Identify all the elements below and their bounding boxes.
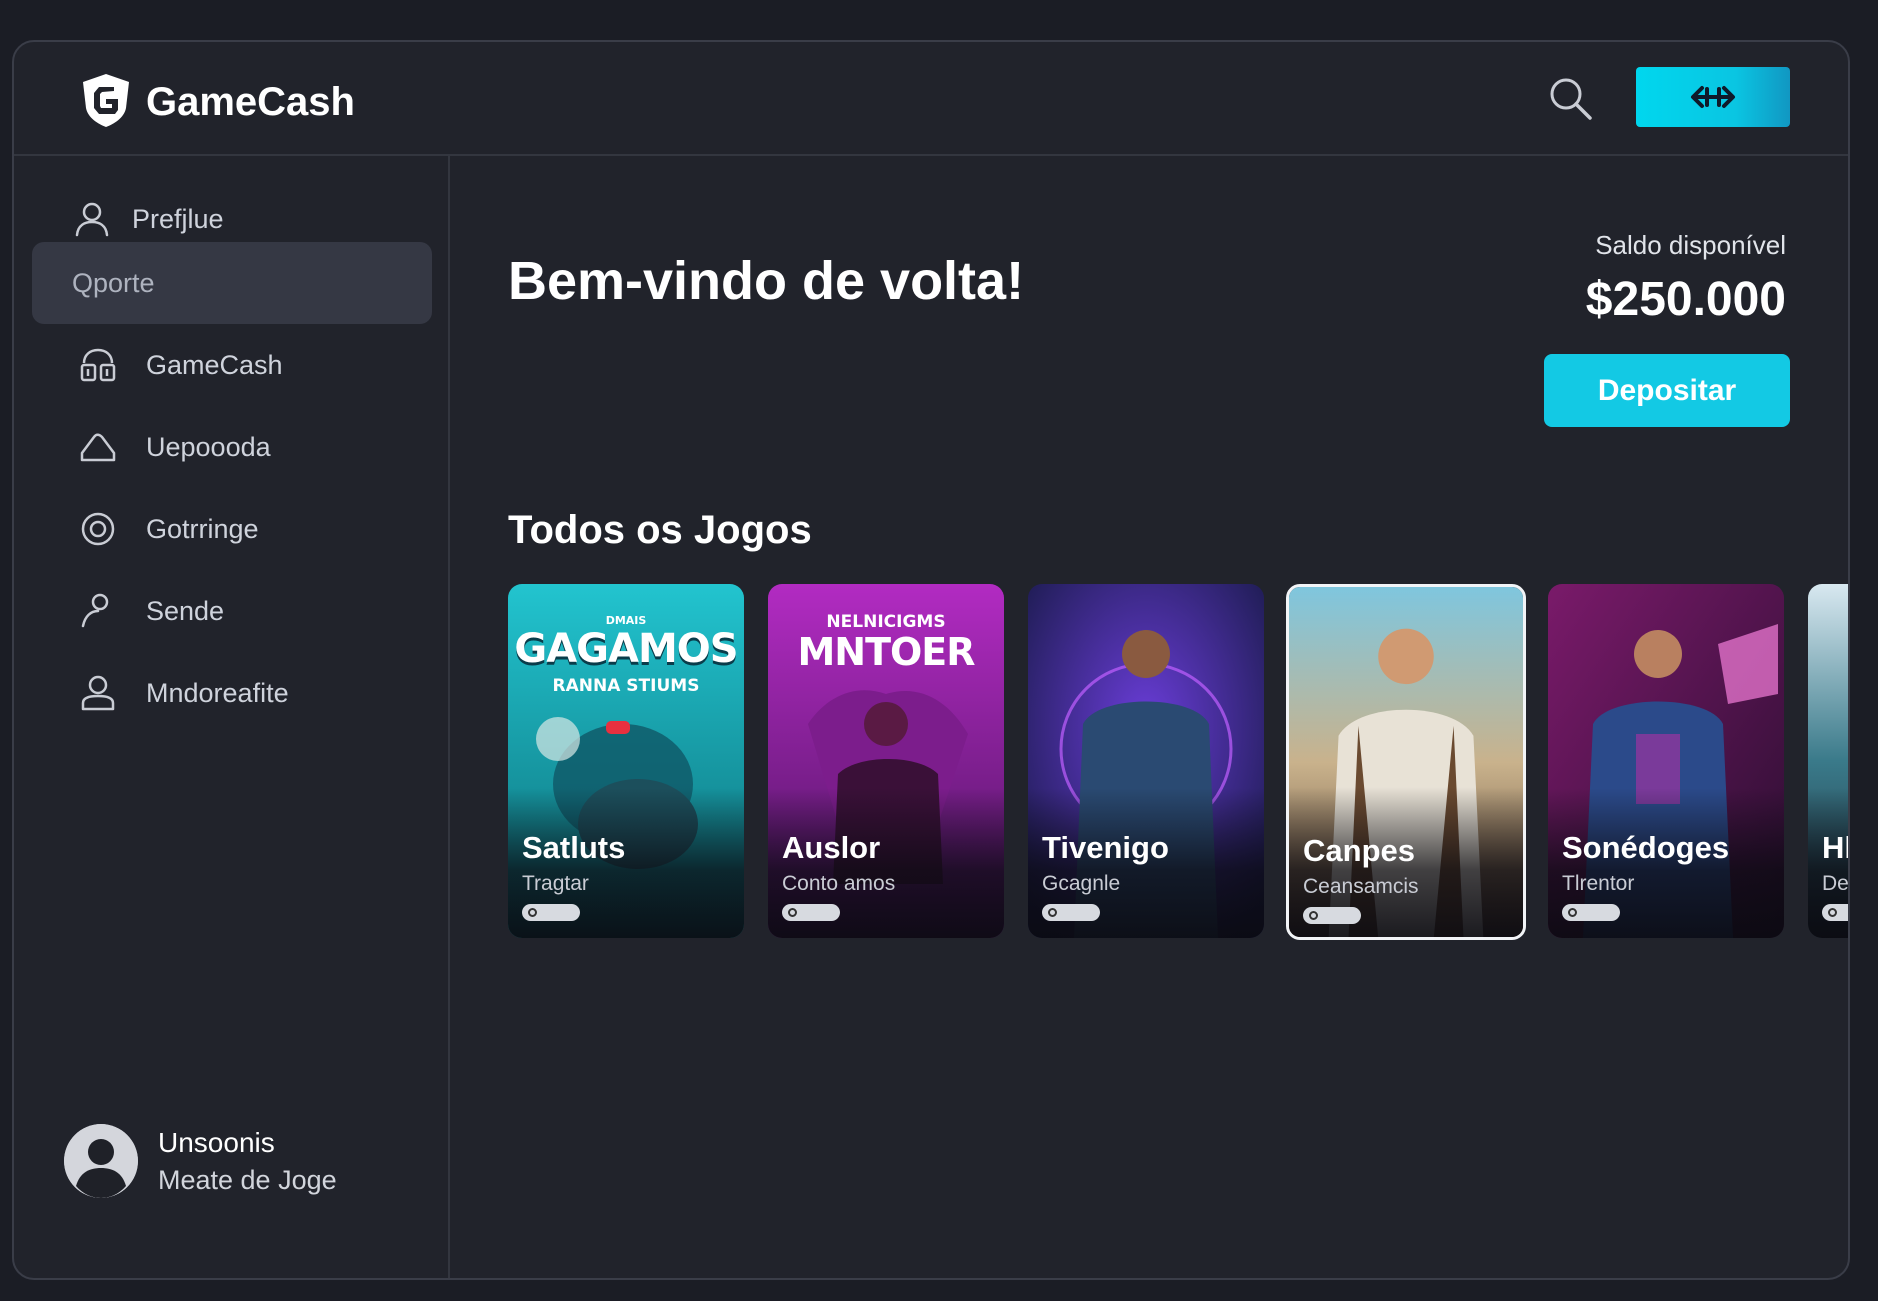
avatar [64, 1124, 138, 1198]
sidebar-item-label: Sende [146, 595, 225, 626]
header-action-button[interactable] [1636, 67, 1790, 127]
sidebar-item-label: GameCash [146, 349, 283, 380]
game-subtitle: Tlrentor [1562, 872, 1635, 895]
sidebar-item-active[interactable]: Qporte [32, 242, 432, 324]
search-button[interactable] [1546, 74, 1596, 124]
play-toggle[interactable] [1562, 904, 1620, 921]
user-name: Unsoonis [158, 1126, 275, 1158]
sidebar-item-gamecash[interactable]: GameCash [32, 324, 432, 406]
game-subtitle: Conto amos [782, 872, 896, 895]
game-subtitle: Gcagnle [1042, 872, 1121, 895]
user-role: Meate de Joge [158, 1164, 337, 1195]
double-arrow-icon [1691, 86, 1735, 108]
toggle-knob-icon [1048, 908, 1057, 917]
game-card[interactable]: Sonédoges Tlrentor [1548, 584, 1784, 938]
sidebar-item-label: Qporte [72, 267, 155, 298]
poster-title: GAGAMOS [514, 626, 738, 672]
user-avatar-icon [64, 1124, 138, 1198]
game-card[interactable]: NELNICIGMS MNTOER Auslor Conto amos [768, 584, 1004, 938]
toggle-knob-icon [528, 908, 537, 917]
game-card[interactable]: Tivenigo Gcagnle [1028, 584, 1264, 938]
sidebar-item-uploads[interactable]: Uepoooda [32, 406, 432, 488]
section-title: Todos os Jogos [508, 508, 812, 552]
deposit-button[interactable]: Depositar [1544, 354, 1790, 427]
gamepad-icon [80, 348, 116, 382]
top-bar: GameCash [14, 42, 1848, 156]
page-title: Bem-vindo de volta! [508, 251, 1025, 311]
sidebar-item-label: Uepoooda [146, 431, 271, 462]
toggle-knob-icon [1309, 911, 1318, 920]
person-icon [81, 593, 109, 628]
sidebar-item-label: Prefjlue [132, 203, 224, 234]
play-toggle[interactable] [522, 904, 580, 921]
sidebar-item-label: Mndoreafite [146, 677, 289, 708]
game-card[interactable]: DMAIS GAGAMOS RANNA STIUMS Satluts Tragt… [508, 584, 744, 938]
user-icon [75, 202, 109, 237]
play-toggle[interactable] [782, 904, 840, 921]
play-toggle[interactable] [1303, 907, 1361, 924]
game-subtitle: De [1822, 872, 1849, 895]
game-title: Canpes [1303, 833, 1415, 868]
brand-name: GameCash [146, 80, 355, 124]
app-window: GameCash Prefjlue Qporte GameCash Uepooo… [12, 40, 1850, 1280]
account-icon [81, 675, 115, 711]
sidebar-item-account[interactable]: Mndoreafite [32, 652, 432, 734]
sidebar-item-settings[interactable]: Gotrringe [32, 488, 432, 570]
game-card[interactable]: Canpes Ceansamcis [1286, 584, 1526, 940]
sidebar-item-label: Gotrringe [146, 513, 259, 544]
sidebar-item-support[interactable]: Sende [32, 570, 432, 652]
game-card[interactable]: Hl De [1808, 584, 1850, 938]
game-carousel: DMAIS GAGAMOS RANNA STIUMS Satluts Tragt… [508, 584, 1850, 940]
toggle-knob-icon [788, 908, 797, 917]
play-toggle[interactable] [1042, 904, 1100, 921]
play-toggle[interactable] [1822, 904, 1848, 921]
game-title: Hl [1822, 830, 1850, 865]
balance-value: $250.000 [1585, 273, 1786, 326]
toggle-knob-icon [1828, 908, 1837, 917]
user-profile[interactable]: Unsoonis Meate de Joge [64, 1124, 337, 1198]
balance-label: Saldo disponível [1595, 230, 1786, 260]
shield-g-logo-icon [80, 72, 132, 133]
game-title: Auslor [782, 830, 881, 865]
brand-logo[interactable]: GameCash [80, 72, 355, 133]
game-title: Tivenigo [1042, 830, 1169, 865]
poster-small-text: NELNICIGMS [826, 612, 946, 632]
toggle-knob-icon [1568, 908, 1577, 917]
target-icon [81, 512, 115, 546]
game-title: Satluts [522, 830, 626, 865]
game-subtitle: Ceansamcis [1303, 875, 1419, 898]
poster-title: MNTOER [797, 630, 975, 674]
search-icon [1550, 78, 1592, 120]
sidebar: Prefjlue Qporte GameCash Uepoooda Gotrri… [14, 156, 450, 1278]
cloud-icon [80, 433, 116, 462]
game-subtitle: Tragtar [522, 872, 589, 895]
poster-subtitle: RANNA STIUMS [552, 676, 700, 696]
game-title: Sonédoges [1562, 830, 1730, 865]
